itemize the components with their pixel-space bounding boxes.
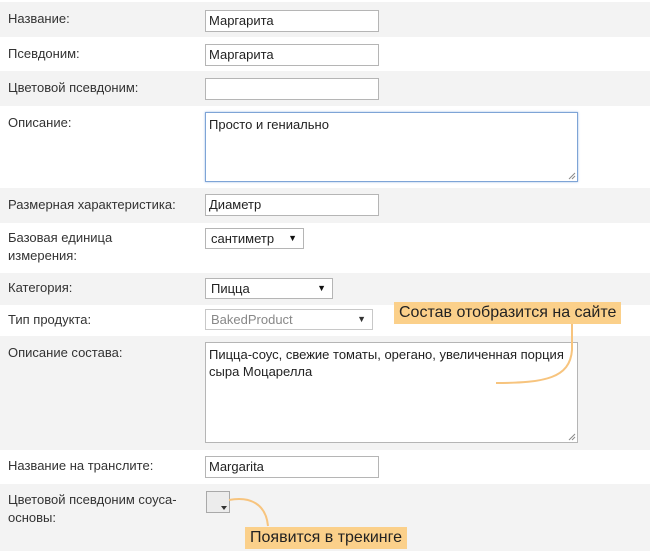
composition-callout-line	[495, 322, 573, 384]
tracking-callout: Появится в трекинге	[245, 527, 407, 549]
callout-connectors	[228, 322, 573, 527]
tracking-callout-line	[228, 498, 269, 527]
composition-callout: Состав отобразится на сайте	[394, 302, 622, 324]
